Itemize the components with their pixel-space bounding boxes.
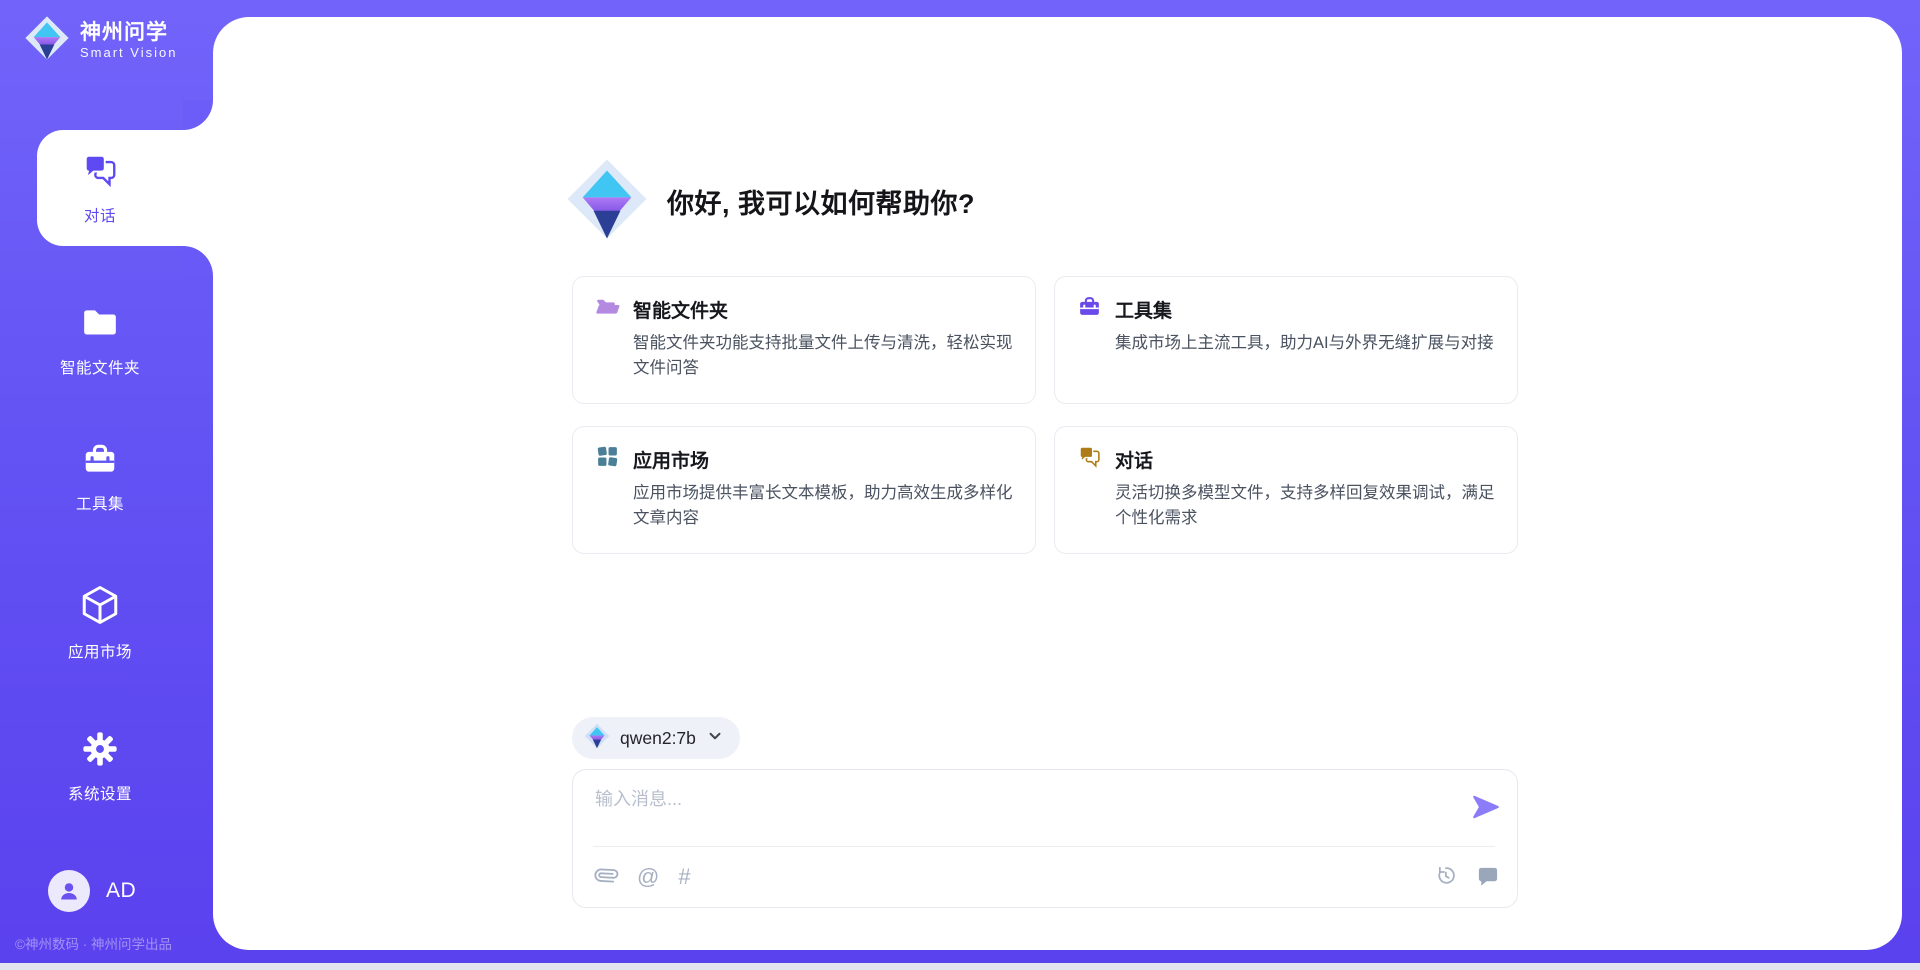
card-chat[interactable]: 对话 灵活切换多模型文件，支持多样回复效果调试，满足个性化需求 [1054,426,1518,554]
sidebar-item-chat[interactable]: 对话 [37,130,213,246]
card-description: 集成市场上主流工具，助力AI与外界无缝扩展与对接 [1115,331,1495,356]
brand-subtitle: Smart Vision [80,45,177,60]
at-sign-icon: @ [637,866,659,888]
hash-icon: # [678,866,690,888]
card-toolset[interactable]: 工具集 集成市场上主流工具，助力AI与外界无缝扩展与对接 [1054,276,1518,404]
app-window: 神州问学 Smart Vision 对话 智能文件夹 [0,0,1920,970]
feature-cards: 智能文件夹 智能文件夹功能支持批量文件上传与清洗，轻松实现文件问答 [572,276,1518,554]
sidebar-item-label: 应用市场 [68,640,132,662]
attach-file-button[interactable] [595,864,618,890]
sidebar-item-smart-folder[interactable]: 智能文件夹 [40,302,160,378]
greeting: 你好, 我可以如何帮助你? [565,157,975,246]
user-initials: AD [106,879,136,903]
card-description: 智能文件夹功能支持批量文件上传与清洗，轻松实现文件问答 [633,331,1013,381]
model-selector[interactable]: qwen2:7b [572,717,740,759]
card-title: 智能文件夹 [633,296,728,323]
paperclip-icon [595,864,618,890]
composer: @ # [572,769,1518,908]
sidebar-item-label: 系统设置 [68,782,132,804]
folder-icon [595,294,620,324]
mention-button[interactable]: @ [637,866,659,888]
card-description: 灵活切换多模型文件，支持多样回复效果调试，满足个性化需求 [1115,481,1495,531]
message-input[interactable] [595,785,1435,840]
topic-button[interactable]: # [678,866,690,888]
card-app-market[interactable]: 应用市场 应用市场提供丰富长文本模板，助力高效生成多样化文章内容 [572,426,1036,554]
main-panel: 你好, 我可以如何帮助你? 智能文件夹 智能文件夹功能支持批量文件上传与清洗，轻… [213,17,1902,950]
chat-bubble-filled-icon [1476,864,1499,890]
card-title: 工具集 [1115,296,1172,323]
model-logo-diamond-icon [584,723,610,754]
brand-logo-diamond-icon [24,15,70,66]
brand: 神州问学 Smart Vision [24,15,177,66]
sidebar-item-toolset[interactable]: 工具集 [40,440,160,514]
folder-icon [80,302,120,347]
greeting-text: 你好, 我可以如何帮助你? [667,182,975,221]
assistant-logo-diamond-icon [565,157,649,246]
gear-icon [81,730,119,773]
composer-toolbar: @ # [595,847,1499,907]
sidebar-item-settings[interactable]: 系统设置 [40,730,160,804]
brand-text: 神州问学 Smart Vision [80,21,177,60]
tab-fillet-top [183,100,213,130]
cube-icon [79,584,121,631]
sidebar-item-label: 对话 [84,204,116,226]
card-title: 应用市场 [633,446,709,473]
chat-bubbles-icon [1077,444,1102,474]
card-title: 对话 [1115,446,1153,473]
chat-bubbles-icon [81,151,119,194]
brand-name: 神州问学 [80,21,177,45]
history-clock-icon [1434,864,1457,890]
feedback-chat-button[interactable] [1476,864,1499,890]
viewport-bottom-strip [0,963,1920,970]
tab-fillet-bottom [183,246,213,276]
sidebar-item-label: 工具集 [76,492,124,514]
model-name: qwen2:7b [620,728,696,749]
apps-grid-icon [595,444,620,474]
sidebar-item-app-market[interactable]: 应用市场 [40,584,160,662]
sidebar-item-label: 智能文件夹 [60,356,140,378]
user-profile[interactable]: AD [48,870,136,912]
history-button[interactable] [1434,864,1457,890]
send-button[interactable] [1471,792,1501,825]
toolbox-icon [81,440,119,483]
card-smart-folder[interactable]: 智能文件夹 智能文件夹功能支持批量文件上传与清洗，轻松实现文件问答 [572,276,1036,404]
chevron-down-icon [706,727,724,750]
copyright-footer: ©神州数码 · 神州问学出品 [15,933,172,953]
toolbox-icon [1077,294,1102,324]
card-description: 应用市场提供丰富长文本模板，助力高效生成多样化文章内容 [633,481,1013,531]
avatar [48,870,90,912]
